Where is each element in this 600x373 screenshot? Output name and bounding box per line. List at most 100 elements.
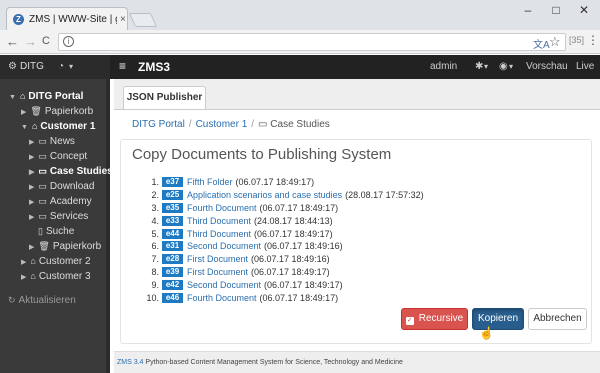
document-id-badge[interactable]: e44 (162, 228, 183, 239)
folder-icon: ▭ (38, 166, 47, 176)
document-link[interactable]: Fifth Folder (187, 177, 233, 187)
caret-down-icon[interactable]: ▼ (9, 94, 16, 101)
breadcrumb-customer-1[interactable]: Customer 1 (196, 119, 248, 130)
trash-icon: 🗑 (38, 241, 50, 251)
caret-right-icon[interactable]: ▶ (29, 244, 34, 251)
list-item: 4. e33 Third Document (24.08.17 18:44:13) (142, 214, 424, 227)
sidebar-item-papierkorb[interactable]: ▶ 🗑 Papierkorb (21, 106, 93, 117)
bookmark-star-icon[interactable]: ☆ (549, 34, 561, 50)
sidebar-item-download[interactable]: ▶ ▭ Download (29, 181, 94, 192)
new-tab-button[interactable] (128, 13, 158, 27)
document-link[interactable]: Second Document (187, 280, 261, 290)
brand-title[interactable]: ZMS3 (138, 60, 170, 74)
sidebar-item-case-studies[interactable]: ▶ ▭ Case Studies (29, 166, 113, 177)
url-input[interactable]: i 文A ☆ (58, 33, 566, 51)
minimize-icon[interactable]: – (516, 3, 540, 17)
caret-right-icon[interactable]: ▶ (29, 154, 34, 161)
folder-icon: ▭ (38, 136, 47, 146)
document-date: (06.07.17 18:49:17) (254, 228, 333, 239)
globe-icon[interactable]: ◉ (499, 61, 508, 72)
tab-json-publisher[interactable]: JSON Publisher (123, 86, 206, 110)
document-id-badge[interactable]: e46 (162, 292, 183, 303)
page-title: Copy Documents to Publishing System (132, 146, 392, 163)
clock-icon[interactable]: ◔ (58, 61, 64, 72)
home-icon: ⌂ (30, 256, 36, 266)
refresh-button[interactable]: ↻ Aktualisieren (8, 295, 76, 306)
window-close-icon[interactable]: ✕ (572, 3, 596, 17)
browser-titlebar: Z ZMS | WWW-Site | ger × – □ ✕ (0, 0, 600, 30)
recursive-toggle[interactable]: ✓ Recursive (401, 308, 468, 330)
gear-icon[interactable]: ✱ (475, 61, 483, 72)
list-item: 6. e31 Second Document (06.07.17 18:49:16) (142, 240, 424, 253)
document-id-badge[interactable]: e37 (162, 177, 183, 188)
site-name[interactable]: DITG (20, 61, 44, 72)
list-item-number: 1. (151, 177, 159, 188)
document-link[interactable]: First Document (187, 267, 248, 277)
document-id-badge[interactable]: e39 (162, 266, 183, 277)
checkbox-checked-icon[interactable]: ✓ (405, 317, 414, 325)
caret-right-icon[interactable]: ▶ (29, 214, 34, 221)
hamburger-icon[interactable]: ≡ (119, 59, 126, 73)
document-link[interactable]: Fourth Document (187, 203, 257, 213)
caret-down-icon[interactable]: ▼ (21, 124, 28, 131)
site-switcher-bar: ⚙ DITG ◔ ▾ (0, 55, 110, 79)
preview-link[interactable]: Vorschau (526, 61, 568, 72)
document-date: (06.07.17 18:49:17) (259, 202, 339, 213)
tab-close-icon[interactable]: × (120, 14, 126, 25)
document-link[interactable]: Fourth Document (187, 293, 257, 303)
document-id-badge[interactable]: e42 (162, 279, 183, 290)
sidebar-item-customer-1[interactable]: ▼ ⌂ Customer 1 (21, 121, 95, 132)
top-navbar: ≡ ZMS3 admin ✱ ▾ ◉ ▾ Vorschau Live (110, 55, 600, 79)
sidebar-item-customer-3[interactable]: ▶ ⌂ Customer 3 (21, 271, 91, 282)
maximize-icon[interactable]: □ (544, 3, 568, 17)
zms-favicon-icon: Z (13, 13, 24, 25)
caret-right-icon[interactable]: ▶ (29, 139, 34, 146)
cancel-button[interactable]: Abbrechen (528, 308, 587, 330)
caret-right-icon[interactable]: ▶ (29, 169, 34, 176)
document-id-badge[interactable]: e35 (162, 202, 183, 213)
folder-icon: ▭ (38, 151, 47, 161)
sidebar-item-news[interactable]: ▶ ▭ News (29, 136, 75, 147)
document-id-badge[interactable]: e33 (162, 215, 183, 226)
document-id-badge[interactable]: e31 (162, 241, 183, 252)
caret-right-icon[interactable]: ▶ (21, 259, 26, 266)
document-date: (06.07.17 18:49:17) (251, 266, 330, 277)
sidebar-item-papierkorb-2[interactable]: ▶ 🗑 Papierkorb (29, 241, 101, 252)
document-link[interactable]: Application scenarios and case studies (187, 190, 342, 200)
user-name[interactable]: admin (430, 61, 457, 72)
sidebar-item-services[interactable]: ▶ ▭ Services (29, 211, 88, 222)
document-link[interactable]: Second Document (187, 241, 261, 251)
sidebar-item-concept[interactable]: ▶ ▭ Concept (29, 151, 87, 162)
sidebar-item-academy[interactable]: ▶ ▭ Academy (29, 196, 92, 207)
reload-icon[interactable]: C (42, 35, 50, 47)
document-link[interactable]: Third Document (187, 216, 251, 226)
list-item-number: 2. (151, 190, 159, 201)
forward-icon[interactable]: → (24, 34, 37, 49)
sidebar: ▼ ⌂ DITG Portal ▶ 🗑 Papierkorb ▼ ⌂ Customer 1 … (0, 79, 113, 373)
caret-right-icon[interactable]: ▶ (21, 109, 26, 116)
sidebar-item-ditg-portal[interactable]: ▼ ⌂ DITG Portal (9, 91, 83, 102)
document-date: (06.07.17 18:49:16) (251, 254, 330, 265)
breadcrumb-ditg-portal[interactable]: DITG Portal (132, 119, 185, 130)
address-bar: ← → C i 文A ☆ [35] ⋮ (0, 30, 600, 54)
document-link[interactable]: Third Document (187, 229, 251, 239)
caret-right-icon[interactable]: ▶ (29, 199, 34, 206)
copy-documents-card: Copy Documents to Publishing System 1. e3… (120, 139, 592, 344)
site-info-icon[interactable]: i (63, 36, 74, 47)
footer-version[interactable]: ZMS 3.4 (117, 359, 143, 366)
caret-right-icon[interactable]: ▶ (29, 184, 34, 191)
list-item: 2. e25 Application scenarios and case stud… (142, 189, 424, 202)
caret-right-icon[interactable]: ▶ (21, 274, 26, 281)
browser-tab[interactable]: Z ZMS | WWW-Site | ger × (6, 7, 128, 30)
document-id-badge[interactable]: e28 (162, 254, 183, 265)
browser-menu-icon[interactable]: ⋮ (587, 33, 599, 47)
sidebar-item-suche[interactable]: ▯ Suche (38, 226, 74, 237)
document-date: (06.07.17 18:49:17) (264, 279, 343, 290)
live-link[interactable]: Live (576, 61, 594, 72)
extension-icon[interactable]: [35] (569, 35, 584, 45)
back-icon[interactable]: ← (6, 34, 19, 49)
sidebar-item-customer-2[interactable]: ▶ ⌂ Customer 2 (21, 256, 91, 267)
translate-icon[interactable]: 文A (533, 36, 550, 51)
document-id-badge[interactable]: e25 (162, 190, 183, 201)
document-link[interactable]: First Document (187, 254, 248, 264)
